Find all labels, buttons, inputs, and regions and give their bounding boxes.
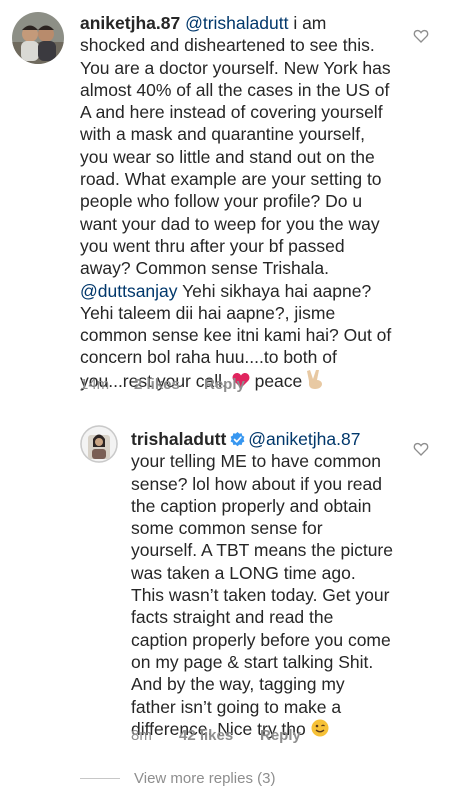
winking-face-emoji: [311, 719, 329, 742]
likes-count[interactable]: 2 likes: [134, 376, 204, 393]
heart-outline-icon[interactable]: [413, 28, 429, 44]
reply-button[interactable]: Reply: [260, 727, 301, 744]
reply-button[interactable]: Reply: [204, 376, 245, 393]
reply-text-part: your telling ME to have common sense? lo…: [131, 451, 393, 739]
comment-username[interactable]: aniketjha.87: [80, 13, 180, 33]
timestamp: 8m: [131, 727, 152, 744]
likes-count[interactable]: 42 likes: [179, 727, 260, 744]
mention-link[interactable]: @aniketjha.87: [248, 429, 360, 449]
mention-link[interactable]: @trishaladutt: [185, 13, 288, 33]
reply-text: trishaladutt @aniketjha.87 your telling M…: [131, 428, 393, 742]
comment-text-part: peace: [249, 370, 308, 391]
comment-text-part: i am shocked and disheartened to see thi…: [80, 13, 391, 279]
heart-outline-icon[interactable]: [413, 441, 429, 457]
timestamp: 14m: [80, 376, 110, 393]
mention-link[interactable]: @duttsanjay: [80, 281, 178, 301]
avatar[interactable]: [80, 425, 118, 463]
view-more-replies-label[interactable]: View more replies (3): [134, 770, 275, 787]
comment-text: aniketjha.87 @trishaladutt i am shocked …: [80, 12, 392, 394]
comment-meta: 14m 2 likes Reply: [80, 376, 245, 393]
victory-hand-emoji: [307, 369, 323, 394]
view-more-replies[interactable]: View more replies (3): [80, 770, 275, 787]
avatar[interactable]: [12, 12, 64, 64]
verified-badge-icon: [230, 430, 245, 447]
comment-username[interactable]: trishaladutt: [131, 429, 226, 449]
reply-meta: 8m 42 likes Reply: [131, 727, 301, 744]
divider: [80, 778, 120, 779]
